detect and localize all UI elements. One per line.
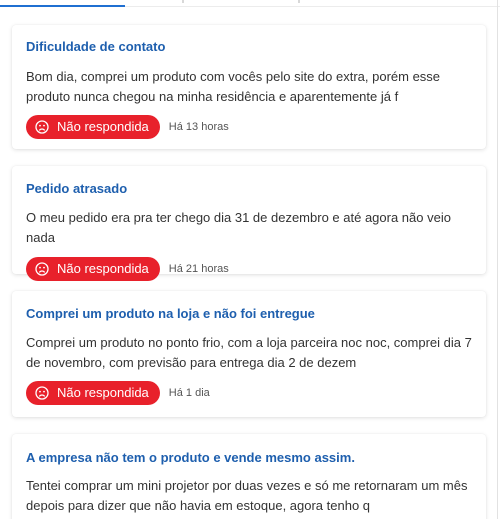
status-badge: Não respondida — [26, 257, 160, 281]
complaint-excerpt: Comprei um produto no ponto frio, com a … — [26, 335, 472, 370]
tab-separator — [182, 0, 184, 3]
complaint-card[interactable]: Dificuldade de contato Bom dia, comprei … — [12, 25, 486, 149]
complaint-title[interactable]: Dificuldade de contato — [26, 25, 472, 56]
status-label: Não respondida — [57, 261, 149, 276]
complaint-card[interactable]: Comprei um produto na loja e não foi ent… — [12, 291, 486, 417]
sad-face-icon — [35, 262, 49, 276]
scrollbar-track[interactable] — [497, 0, 498, 519]
complaints-page: Dificuldade de contato Bom dia, comprei … — [0, 0, 500, 519]
complaint-status-row: Não respondida Há 13 horas — [26, 115, 472, 139]
complaint-time: Há 21 horas — [168, 263, 229, 275]
sad-face-icon — [35, 120, 49, 134]
complaint-time: Há 1 dia — [168, 387, 210, 399]
sad-face-icon — [35, 386, 49, 400]
active-tab-indicator — [0, 5, 125, 7]
complaint-time: Há 13 horas — [168, 121, 229, 133]
status-label: Não respondida — [57, 119, 149, 134]
complaint-excerpt: O meu pedido era pra ter chego dia 31 de… — [26, 210, 451, 245]
complaint-excerpt: Bom dia, comprei um produto com vocês pe… — [26, 69, 441, 104]
status-badge: Não respondida — [26, 115, 160, 139]
status-badge: Não respondida — [26, 381, 160, 405]
tab-separator — [298, 0, 300, 3]
complaint-title[interactable]: Pedido atrasado — [26, 166, 472, 198]
complaint-status-row: Não respondida Há 21 horas — [26, 257, 472, 281]
complaint-title[interactable]: Comprei um produto na loja e não foi ent… — [26, 291, 472, 323]
complaint-status-row: Não respondida Há 1 dia — [26, 381, 472, 405]
complaint-excerpt: Tentei comprar um mini projetor por duas… — [26, 478, 468, 513]
status-label: Não respondida — [57, 385, 149, 400]
complaint-card[interactable]: Pedido atrasado O meu pedido era pra ter… — [12, 166, 486, 281]
complaint-card[interactable]: A empresa não tem o produto e vende mesm… — [12, 434, 486, 519]
complaint-title[interactable]: A empresa não tem o produto e vende mesm… — [26, 434, 472, 467]
